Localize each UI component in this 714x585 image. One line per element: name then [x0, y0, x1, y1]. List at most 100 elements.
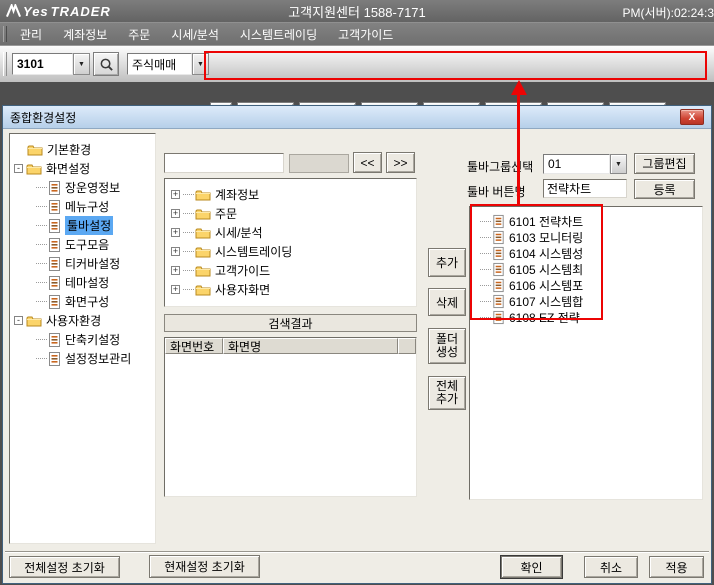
app-titlebar: Yes TRADER 고객지원센터 1588-7171 PM(서버):02:24…: [0, 0, 714, 22]
nav-item-label: 기본환경: [47, 141, 91, 158]
toolbar-group-label: 툴바그룹선택: [467, 158, 533, 175]
document-icon: [492, 310, 505, 325]
toolbar-item-label: 6108 EZ 전략: [509, 309, 580, 326]
menu-manage[interactable]: 관리: [20, 26, 42, 43]
delete-button[interactable]: 삭제: [428, 288, 466, 316]
nav-item-theme[interactable]: 테마설정: [10, 273, 155, 292]
apply-button[interactable]: 적용: [649, 556, 704, 578]
menu-account[interactable]: 계좌정보: [63, 26, 107, 43]
nav-item-screen-settings[interactable]: - 화면설정: [10, 159, 155, 178]
screen-tree-label: 시세/분석: [215, 224, 263, 241]
toolbar-item-6104[interactable]: 6104 시스템성: [470, 245, 702, 261]
search-disabled-button: [289, 154, 349, 173]
group-edit-button[interactable]: 그룹편집: [634, 153, 695, 174]
nav-item-settings-info[interactable]: 설정정보관리: [10, 349, 155, 368]
button-name-input[interactable]: [543, 179, 627, 198]
menu-quote-analysis[interactable]: 시세/분석: [171, 26, 219, 43]
search-result-header: 검색결과: [164, 314, 417, 332]
screen-tree-panel: + 계좌정보 + 주문 + 시세/분석: [164, 178, 417, 307]
ok-button[interactable]: 확인: [501, 556, 562, 578]
toolbar-item-6103[interactable]: 6103 모니터링: [470, 229, 702, 245]
toolbar-group-dropdown-icon[interactable]: ▼: [610, 154, 627, 174]
screen-search-button[interactable]: [93, 52, 119, 76]
app-window: Yes TRADER 고객지원센터 1588-7171 PM(서버):02:24…: [0, 0, 714, 585]
nav-item-basic[interactable]: 기본환경: [10, 140, 155, 159]
cancel-button[interactable]: 취소: [584, 556, 638, 578]
expand-icon[interactable]: +: [171, 228, 180, 237]
nav-item-label: 테마설정: [65, 274, 109, 291]
collapse-icon[interactable]: -: [14, 164, 23, 173]
search-result-table: 화면번호 화면명: [164, 337, 417, 497]
toolbar-item-6101[interactable]: 6101 전략차트: [470, 213, 702, 229]
add-button[interactable]: 추가: [428, 248, 466, 277]
collapse-icon[interactable]: -: [14, 316, 23, 325]
annotation-arrowhead: [511, 80, 527, 95]
toolbar-item-label: 6107 시스템합: [509, 293, 583, 310]
add-all-button[interactable]: 전체추가: [428, 376, 466, 410]
document-icon: [492, 294, 505, 309]
trade-mode-combo[interactable]: 주식매매 ▼: [127, 53, 209, 75]
trade-mode-dropdown-icon[interactable]: ▼: [192, 53, 209, 75]
nav-item-ticker-bar[interactable]: 티커바설정: [10, 254, 155, 273]
nav-item-label: 화면구성: [65, 293, 109, 310]
expand-icon[interactable]: +: [171, 266, 180, 275]
menubar-grip[interactable]: [3, 26, 7, 42]
search-input[interactable]: [164, 153, 284, 173]
nav-item-tool-collection[interactable]: 도구모음: [10, 235, 155, 254]
document-icon: [492, 262, 505, 277]
menu-order[interactable]: 주문: [128, 26, 150, 43]
nav-item-label: 화면설정: [46, 160, 90, 177]
move-right-button[interactable]: >>: [386, 152, 415, 173]
toolbar-grip[interactable]: [3, 52, 7, 76]
screen-tree-user-screen[interactable]: + 사용자화면: [165, 280, 416, 299]
toolbar-item-6107[interactable]: 6107 시스템합: [470, 293, 702, 309]
nav-item-shortcut[interactable]: 단축키설정: [10, 330, 155, 349]
tree-leader: [480, 237, 491, 238]
tree-leader: [36, 187, 47, 188]
screen-tree-system-trading[interactable]: + 시스템트레이딩: [165, 242, 416, 261]
column-screen-name[interactable]: 화면명: [223, 338, 398, 354]
reset-all-settings-button[interactable]: 전체설정 초기화: [9, 556, 120, 578]
screen-tree-quote[interactable]: + 시세/분석: [165, 223, 416, 242]
screen-code-dropdown-icon[interactable]: ▼: [73, 53, 90, 75]
nav-item-market-info[interactable]: 장운영정보: [10, 178, 155, 197]
column-screen-number[interactable]: 화면번호: [165, 338, 223, 354]
nav-item-toolbar-settings[interactable]: 툴바설정: [10, 216, 155, 235]
dialog-titlebar[interactable]: 종합환경설정 X: [3, 106, 711, 129]
dialog-title: 종합환경설정: [10, 109, 76, 126]
menu-system-trading[interactable]: 시스템트레이딩: [240, 26, 317, 43]
register-button[interactable]: 등록: [634, 179, 695, 199]
expand-icon[interactable]: +: [171, 190, 180, 199]
folder-icon: [195, 264, 211, 277]
nav-item-menu-config[interactable]: 메뉴구성: [10, 197, 155, 216]
tree-leader: [480, 269, 491, 270]
server-clock: PM(서버):02:24:3: [623, 4, 714, 21]
support-center-text: 고객지원센터 1588-7171: [0, 2, 714, 21]
create-folder-button[interactable]: 폴더생성: [428, 328, 466, 364]
nav-item-user-env[interactable]: - 사용자환경: [10, 311, 155, 330]
toolbar-group-combo[interactable]: 01 ▼: [543, 154, 627, 174]
toolbar-item-6106[interactable]: 6106 시스템포: [470, 277, 702, 293]
expand-icon[interactable]: +: [171, 209, 180, 218]
document-icon: [48, 332, 61, 348]
screen-tree-account[interactable]: + 계좌정보: [165, 185, 416, 204]
nav-item-screen-layout[interactable]: 화면구성: [10, 292, 155, 311]
toolbar-item-label: 6101 전략차트: [509, 213, 583, 230]
screen-tree-guide[interactable]: + 고객가이드: [165, 261, 416, 280]
tree-leader: [480, 253, 491, 254]
expand-icon[interactable]: +: [171, 247, 180, 256]
menu-customer-guide[interactable]: 고객가이드: [338, 26, 393, 43]
screen-code-combo[interactable]: 3101 ▼: [12, 53, 90, 75]
close-icon[interactable]: X: [680, 109, 704, 125]
folder-icon: [195, 207, 211, 220]
document-icon: [48, 275, 61, 291]
screen-tree-order[interactable]: + 주문: [165, 204, 416, 223]
move-left-button[interactable]: <<: [353, 152, 382, 173]
reset-current-settings-button[interactable]: 현재설정 초기화: [149, 555, 260, 578]
tree-leader: [480, 285, 491, 286]
expand-icon[interactable]: +: [171, 285, 180, 294]
tree-leader: [183, 289, 194, 290]
screen-tree-label: 주문: [215, 205, 237, 222]
toolbar-item-6108[interactable]: 6108 EZ 전략: [470, 309, 702, 325]
toolbar-item-6105[interactable]: 6105 시스템최: [470, 261, 702, 277]
